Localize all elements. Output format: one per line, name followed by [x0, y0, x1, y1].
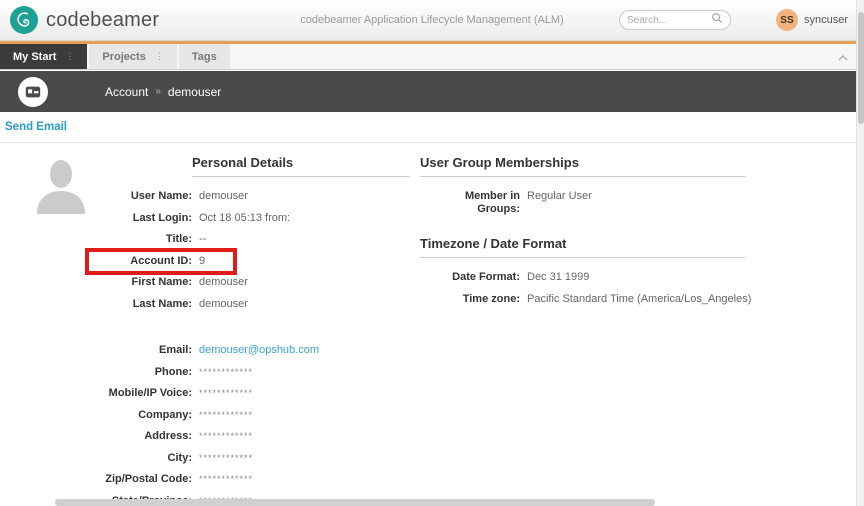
field-row: Member in Groups: Regular User [420, 190, 745, 216]
field-label: Member in Groups: [420, 190, 520, 216]
breadcrumb-bar: Account » demouser [0, 71, 864, 112]
username-label: syncuser [804, 14, 848, 26]
user-groups-fields: Member in Groups: Regular User [420, 190, 745, 216]
field-row: User Name: demouser [55, 190, 425, 203]
logo-wordmark: codebeamer [46, 9, 159, 32]
field-value: -- [199, 233, 206, 246]
field-label: Company: [55, 409, 192, 422]
field-row: Address: ************ [55, 430, 425, 443]
vertical-scrollbar[interactable] [856, 0, 864, 506]
main-tabbar: My Start ⋮ Projects ⋮ Tags [0, 41, 864, 70]
chevron-up-icon[interactable] [836, 51, 850, 65]
field-value: ************ [199, 409, 253, 422]
field-row: First Name: demouser [55, 276, 425, 289]
field-value: demouser [199, 276, 248, 289]
section-title: Personal Details [192, 155, 425, 170]
user-menu[interactable]: SS syncuser [776, 9, 848, 31]
account-badge-icon [18, 77, 48, 107]
horizontal-scrollbar-thumb[interactable] [55, 499, 655, 506]
tab-my-start[interactable]: My Start ⋮ [0, 44, 87, 69]
field-label: User Name: [55, 190, 192, 203]
field-label: Phone: [55, 366, 192, 379]
search-icon [711, 11, 723, 29]
divider [420, 176, 745, 177]
action-bar: Send Email [0, 112, 856, 143]
breadcrumb-current-user[interactable]: demouser [168, 85, 221, 99]
field-value: Regular User [527, 190, 592, 203]
gecko-icon [10, 6, 38, 34]
timezone-fields: Date Format: Dec 31 1999 Time zone: Paci… [420, 271, 745, 306]
field-row: Time zone: Pacific Standard Time (Americ… [420, 293, 745, 306]
field-value: Oct 18 05:13 from: [199, 212, 290, 225]
section-title: User Group Memberships [420, 155, 745, 170]
field-label: Time zone: [420, 293, 520, 306]
tab-tags[interactable]: Tags [179, 44, 230, 69]
tab-menu-icon[interactable]: ⋮ [65, 51, 74, 62]
account-details-content: Personal Details User Name: demouser Las… [0, 143, 856, 506]
app-header: codebeamer codebeamer Application Lifecy… [0, 0, 864, 41]
breadcrumb-separator-icon: » [155, 86, 161, 97]
field-spacer [55, 319, 425, 344]
vertical-scrollbar-thumb[interactable] [858, 12, 864, 124]
field-value: ************ [199, 387, 253, 400]
field-label: Zip/Postal Code: [55, 473, 192, 486]
field-value: 9 [199, 255, 205, 268]
personal-details-fields: User Name: demouser Last Login: Oct 18 0… [55, 190, 425, 506]
email-link[interactable]: demouser@opshub.com [199, 344, 319, 357]
field-value: demouser [199, 190, 248, 203]
field-row: Mobile/IP Voice: ************ [55, 387, 425, 400]
section-title: Timezone / Date Format [420, 236, 745, 251]
global-search[interactable] [619, 10, 731, 30]
field-label: Email: [55, 344, 192, 357]
divider [192, 176, 410, 177]
field-value: ************ [199, 430, 253, 443]
field-label: Address: [55, 430, 192, 443]
field-value: Dec 31 1999 [527, 271, 589, 284]
field-row: Last Name: demouser [55, 298, 425, 311]
send-email-link[interactable]: Send Email [5, 121, 67, 133]
personal-details-section: Personal Details User Name: demouser Las… [55, 155, 425, 506]
field-row: Title: -- [55, 233, 425, 246]
field-label: Date Format: [420, 271, 520, 284]
field-row: Company: ************ [55, 409, 425, 422]
field-value: ************ [199, 473, 253, 486]
field-label: City: [55, 452, 192, 465]
codebeamer-logo[interactable]: codebeamer [10, 6, 159, 34]
field-value: demouser [199, 298, 248, 311]
tab-menu-icon[interactable]: ⋮ [155, 51, 164, 62]
field-row: Date Format: Dec 31 1999 [420, 271, 745, 284]
field-value: ************ [199, 366, 253, 379]
field-value: Pacific Standard Time (America/Los_Angel… [527, 293, 751, 306]
field-label: Title: [55, 233, 192, 246]
avatar[interactable]: SS [776, 9, 798, 31]
divider [420, 257, 745, 258]
search-input[interactable] [627, 15, 711, 26]
field-label: Last Login: [55, 212, 192, 225]
field-label: First Name: [55, 276, 192, 289]
field-value: ************ [199, 452, 253, 465]
breadcrumb: Account » demouser [105, 85, 221, 99]
tab-label: Tags [192, 51, 217, 63]
email-row: Email: demouser@opshub.com [55, 344, 425, 357]
field-row: City: ************ [55, 452, 425, 465]
field-label: Account ID: [55, 255, 192, 268]
field-row: Last Login: Oct 18 05:13 from: [55, 212, 425, 225]
app-title: codebeamer Application Lifecycle Managem… [200, 14, 664, 26]
field-label: Mobile/IP Voice: [55, 387, 192, 400]
field-row: Zip/Postal Code: ************ [55, 473, 425, 486]
codebeamer-account-page: codebeamer codebeamer Application Lifecy… [0, 0, 864, 506]
breadcrumb-account-link[interactable]: Account [105, 85, 148, 99]
tab-projects[interactable]: Projects ⋮ [89, 44, 176, 69]
field-row: Phone: ************ [55, 366, 425, 379]
tab-label: My Start [13, 51, 56, 63]
tab-label: Projects [102, 51, 145, 63]
field-label: Last Name: [55, 298, 192, 311]
account-id-row: Account ID: 9 [55, 255, 425, 268]
right-column: User Group Memberships Member in Groups:… [420, 155, 745, 314]
